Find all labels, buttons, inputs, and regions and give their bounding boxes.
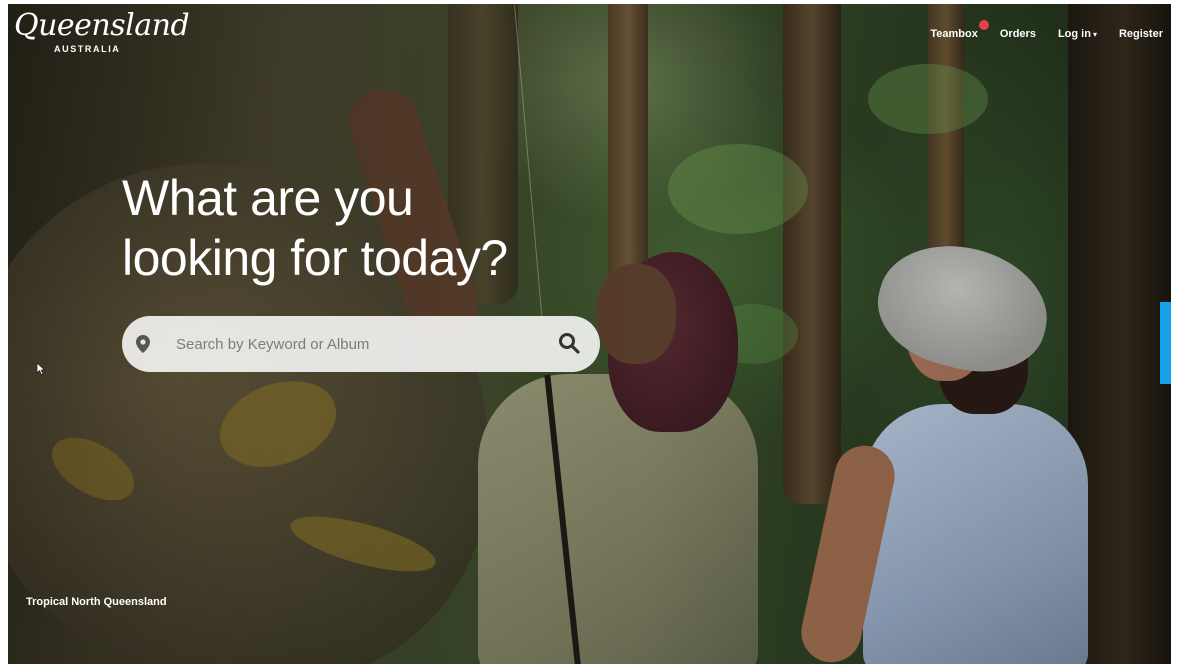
nav-register[interactable]: Register — [1119, 28, 1163, 40]
nav-login-label: Log in — [1057, 28, 1091, 40]
queensland-logo[interactable]: Queensland AUSTRALIA — [14, 8, 190, 55]
notification-badge — [979, 20, 990, 30]
map-pin-icon — [136, 335, 176, 353]
nav-teambox[interactable]: Teambox — [930, 20, 990, 40]
hero-background: Queensland AUSTRALIA Teambox Orders Log … — [8, 4, 1171, 664]
search-bar — [122, 316, 600, 372]
nav-teambox-label: Teambox — [930, 28, 978, 40]
top-nav: Teambox Orders Log in ▾ Register — [930, 20, 1163, 40]
hero-heading-line2: looking for today? — [122, 230, 508, 286]
feedback-side-tab[interactable] — [1160, 302, 1171, 384]
nav-register-label: Register — [1118, 28, 1163, 40]
search-icon — [558, 332, 580, 357]
image-caption: Tropical North Queensland — [26, 596, 167, 608]
chevron-down-icon: ▾ — [1092, 30, 1097, 39]
mouse-cursor-icon — [36, 362, 46, 381]
hero-heading-line1: What are you — [122, 170, 414, 226]
hero-heading: What are you looking for today? — [122, 168, 642, 288]
nav-orders[interactable]: Orders — [1000, 28, 1036, 40]
nav-orders-label: Orders — [999, 28, 1036, 40]
nav-login[interactable]: Log in ▾ — [1058, 28, 1097, 40]
search-button[interactable] — [544, 319, 594, 369]
logo-subtitle: AUSTRALIA — [54, 44, 121, 54]
search-input[interactable] — [176, 324, 544, 364]
logo-wordmark: Queensland — [14, 8, 190, 43]
